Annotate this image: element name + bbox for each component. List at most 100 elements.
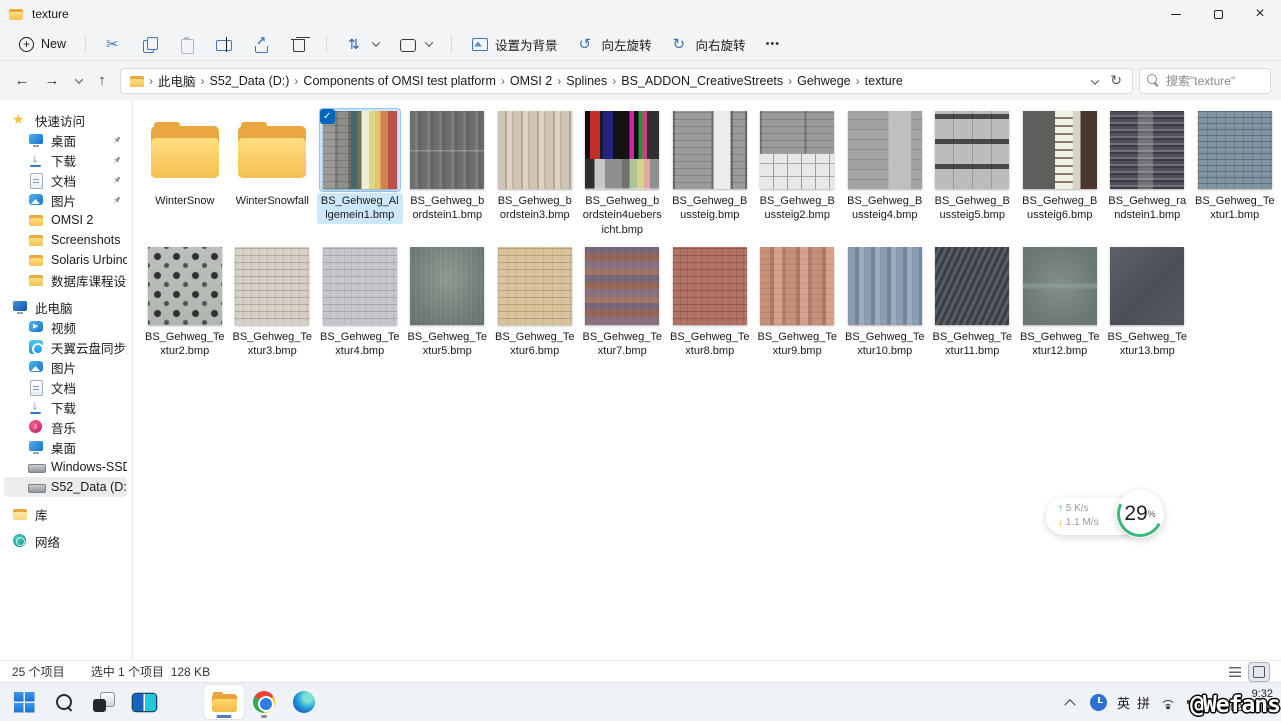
sidebar-item[interactable]: 文档 xyxy=(4,170,127,190)
search-input[interactable] xyxy=(1166,74,1263,88)
details-view-toggle[interactable] xyxy=(1225,663,1245,681)
folder-tile[interactable]: WinterSnowfall xyxy=(229,108,317,238)
file-thumbnail[interactable] xyxy=(581,244,663,328)
sidebar-item[interactable]: 文档 xyxy=(4,377,127,397)
file-thumbnail[interactable] xyxy=(1019,244,1101,328)
new-button[interactable]: + New xyxy=(10,30,75,58)
sidebar-item[interactable]: S52_Data (D:) xyxy=(4,477,127,497)
sidebar-section-header[interactable]: 此电脑 xyxy=(4,297,127,317)
sidebar-item[interactable]: 下载 xyxy=(4,397,127,417)
net-speed-widget[interactable]: ↑ 5 K/s ↓ 1.1 M/s 29 % xyxy=(1046,490,1164,542)
file-thumbnail[interactable] xyxy=(931,244,1013,328)
file-tile[interactable]: BS_Gehweg_Textur2.bmp xyxy=(141,244,229,360)
large-icons-view-toggle[interactable] xyxy=(1249,663,1269,681)
taskbar-search-button[interactable] xyxy=(44,685,84,719)
file-thumbnail[interactable] xyxy=(1106,108,1188,192)
selected-checkbox-icon[interactable]: ✓ xyxy=(320,109,335,124)
taskbar-start-button[interactable] xyxy=(4,685,44,719)
cut-button[interactable] xyxy=(96,30,131,58)
file-thumbnail[interactable]: ✓ xyxy=(319,108,401,192)
taskbar-file-explorer-button[interactable] xyxy=(204,685,244,719)
folder-tile[interactable]: WinterSnow xyxy=(141,108,229,238)
breadcrumb-item[interactable]: 此电脑 xyxy=(155,71,199,90)
file-tile[interactable]: BS_Gehweg_Bussteig2.bmp xyxy=(754,108,842,238)
share-button[interactable] xyxy=(244,30,279,58)
delete-button[interactable] xyxy=(281,30,316,58)
file-tile[interactable]: BS_Gehweg_Textur10.bmp xyxy=(841,244,929,360)
file-thumbnail[interactable] xyxy=(669,108,751,192)
forward-button[interactable]: → xyxy=(40,72,64,89)
ime-language-indicator[interactable]: 英 xyxy=(1117,688,1130,716)
file-thumbnail[interactable] xyxy=(319,244,401,328)
file-thumbnail[interactable] xyxy=(756,108,838,192)
file-tile[interactable]: ✓BS_Gehweg_Allgemein1.bmp xyxy=(316,108,404,238)
up-button[interactable]: ↑ xyxy=(90,72,114,89)
file-thumbnail[interactable] xyxy=(494,244,576,328)
file-thumbnail[interactable] xyxy=(669,244,751,328)
file-tile[interactable]: BS_Gehweg_Textur12.bmp xyxy=(1016,244,1104,360)
file-thumbnail[interactable] xyxy=(844,244,926,328)
sidebar-item[interactable]: Windows-SSD (C:) xyxy=(4,457,127,477)
file-thumbnail[interactable] xyxy=(756,244,838,328)
history-chevron[interactable] xyxy=(70,75,84,87)
sidebar-item[interactable]: OMSI 2 xyxy=(4,210,127,230)
view-button[interactable] xyxy=(390,30,441,58)
network-tray-button[interactable] xyxy=(1157,688,1179,716)
taskbar-task-view-button[interactable] xyxy=(84,685,124,719)
ime-pinyin-indicator[interactable]: 拼 xyxy=(1137,688,1150,716)
memory-usage-ball[interactable]: 29 % xyxy=(1116,490,1164,538)
breadcrumb-item[interactable]: texture xyxy=(862,74,906,88)
maximize-button[interactable] xyxy=(1197,0,1239,28)
sidebar-item[interactable]: 桌面 xyxy=(4,437,127,457)
sidebar-section-header[interactable]: 快速访问 xyxy=(4,110,127,130)
taskbar-panels-app-button[interactable] xyxy=(124,685,164,719)
sidebar-item[interactable]: 图片 xyxy=(4,190,127,210)
file-tile[interactable]: BS_Gehweg_Textur11.bmp xyxy=(929,244,1017,360)
sidebar-section-header[interactable]: 网络 xyxy=(4,531,127,551)
sidebar-item[interactable]: 桌面 xyxy=(4,130,127,150)
taskbar-check-app-button[interactable] xyxy=(164,685,204,719)
file-thumbnail[interactable] xyxy=(931,108,1013,192)
breadcrumb-item[interactable]: Splines xyxy=(563,74,610,88)
file-thumbnail[interactable] xyxy=(1019,108,1101,192)
file-thumbnail[interactable] xyxy=(494,108,576,192)
file-tile[interactable]: BS_Gehweg_Textur7.bmp xyxy=(579,244,667,360)
file-thumbnail[interactable] xyxy=(144,108,226,192)
refresh-icon[interactable]: ↻ xyxy=(1110,72,1122,89)
sidebar-item[interactable]: Screenshots xyxy=(4,230,127,250)
breadcrumb-item[interactable]: S52_Data (D:) xyxy=(207,74,293,88)
paste-button[interactable] xyxy=(170,30,205,58)
copy-button[interactable] xyxy=(133,30,168,58)
breadcrumb-item[interactable]: Components of OMSI test platform xyxy=(300,74,498,88)
file-tile[interactable]: BS_Gehweg_Textur8.bmp xyxy=(666,244,754,360)
taskbar-edge-button[interactable] xyxy=(284,685,324,719)
rotate-left-button[interactable]: 向左旋转 xyxy=(569,30,661,58)
file-tile[interactable]: BS_Gehweg_bordstein1.bmp xyxy=(404,108,492,238)
sidebar-item[interactable]: 数据库课程设计 xyxy=(4,270,127,290)
back-button[interactable]: ← xyxy=(10,72,34,89)
file-tile[interactable]: BS_Gehweg_Textur6.bmp xyxy=(491,244,579,360)
file-tile[interactable]: BS_Gehweg_Bussteig.bmp xyxy=(666,108,754,238)
minimize-button[interactable] xyxy=(1155,0,1197,28)
rename-button[interactable] xyxy=(207,30,242,58)
taskbar-chrome-button[interactable] xyxy=(244,685,284,719)
breadcrumb[interactable]: ›此电脑›S52_Data (D:)›Components of OMSI te… xyxy=(120,68,1133,94)
file-thumbnail[interactable] xyxy=(1194,108,1276,192)
rotate-right-button[interactable]: 向右旋转 xyxy=(663,30,755,58)
file-thumbnail[interactable] xyxy=(231,244,313,328)
file-tile[interactable]: BS_Gehweg_Bussteig4.bmp xyxy=(841,108,929,238)
set-background-button[interactable]: 设置为背景 xyxy=(462,30,567,58)
file-thumbnail[interactable] xyxy=(844,108,926,192)
tray-overflow-button[interactable] xyxy=(1059,688,1081,716)
breadcrumb-item[interactable]: Gehwege xyxy=(794,74,854,88)
sidebar-item[interactable]: 下载 xyxy=(4,150,127,170)
search-box[interactable] xyxy=(1139,68,1271,94)
file-thumbnail[interactable] xyxy=(1106,244,1188,328)
file-tile[interactable]: BS_Gehweg_Textur5.bmp xyxy=(404,244,492,360)
clock-app-tray-icon[interactable] xyxy=(1088,688,1110,716)
sidebar-item[interactable]: 图片 xyxy=(4,357,127,377)
file-tile[interactable]: BS_Gehweg_Bussteig5.bmp xyxy=(929,108,1017,238)
file-tile[interactable]: BS_Gehweg_Textur1.bmp xyxy=(1191,108,1279,238)
file-thumbnail[interactable] xyxy=(581,108,663,192)
sidebar-item[interactable]: 视频 xyxy=(4,317,127,337)
